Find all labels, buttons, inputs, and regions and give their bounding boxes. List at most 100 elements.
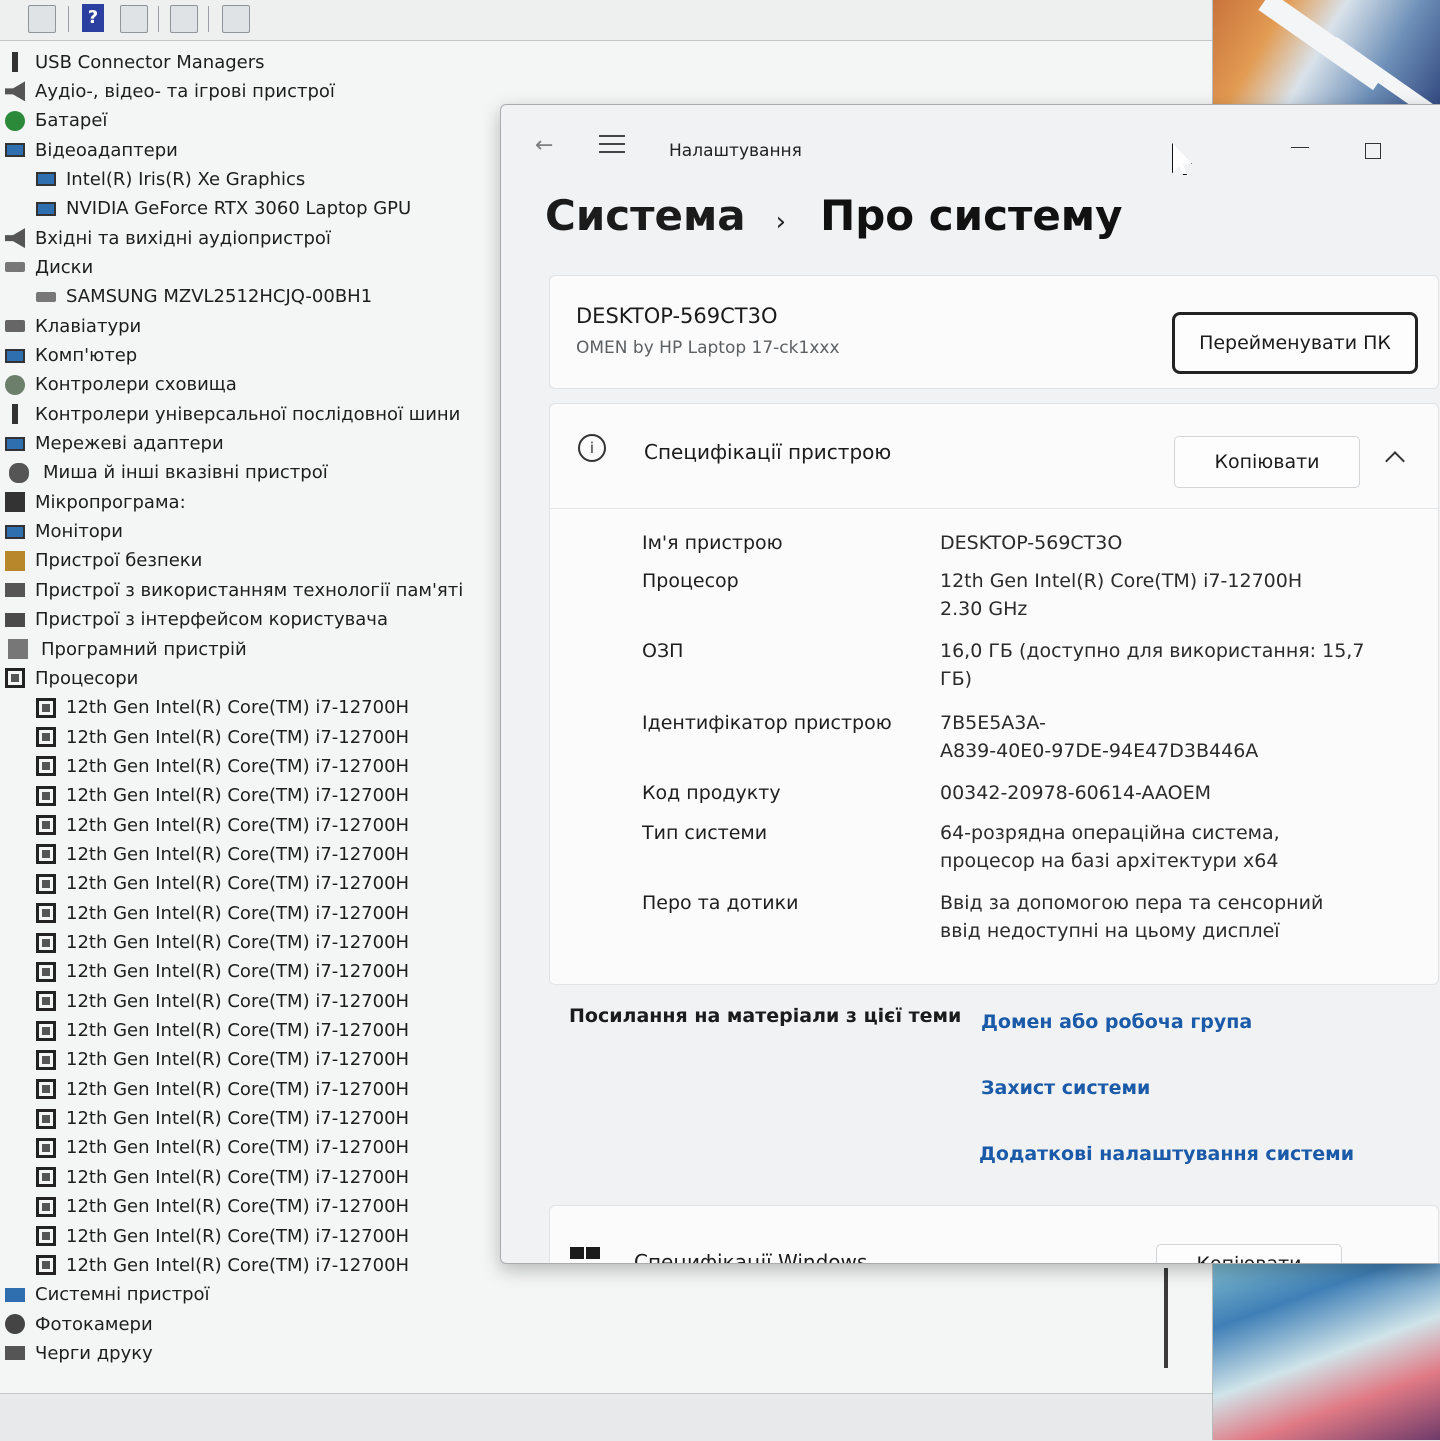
mouse-cursor-icon [1172, 143, 1192, 175]
tree-child-item[interactable]: 12th Gen Intel(R) Core(TM) i7-12700H [36, 694, 409, 722]
toolbar-separator [158, 6, 159, 32]
back-arrow-icon[interactable]: ← [535, 133, 553, 158]
related-links-title: Посилання на матеріали з цієї теми [569, 1005, 962, 1027]
link-system-protection[interactable]: Захист системи [981, 1077, 1150, 1099]
tree-category-item[interactable]: Диски [5, 253, 93, 281]
properties-icon[interactable] [28, 5, 56, 33]
tree-category-item[interactable]: Мережеві адаптери [5, 430, 224, 458]
tree-category-item[interactable]: Фотокамери [5, 1310, 153, 1338]
memory-icon [5, 583, 25, 598]
breadcrumb-parent[interactable]: Система [545, 191, 746, 240]
tree-child-item[interactable]: 12th Gen Intel(R) Core(TM) i7-12700H [36, 1075, 409, 1103]
tree-item-label: Програмний пристрій [41, 638, 247, 660]
tree-item-label: Фотокамери [35, 1313, 153, 1335]
tree-child-item[interactable]: 12th Gen Intel(R) Core(TM) i7-12700H [36, 782, 409, 810]
tree-child-item[interactable]: 12th Gen Intel(R) Core(TM) i7-12700H [36, 1105, 409, 1133]
help-icon[interactable]: ? [82, 4, 104, 32]
hamburger-menu-icon[interactable] [599, 135, 625, 153]
tree-child-item[interactable]: Intel(R) Iris(R) Xe Graphics [36, 165, 305, 193]
toolbar-separator [68, 6, 69, 32]
tree-item-label: Комп'ютер [35, 345, 138, 366]
tree-item-label: Intel(R) Iris(R) Xe Graphics [66, 168, 306, 190]
tree-category-item[interactable]: Контролери універсальної послідовної шин… [5, 400, 460, 428]
title-bar: ← Налаштування [501, 105, 1440, 185]
tree-child-item[interactable]: 12th Gen Intel(R) Core(TM) i7-12700H [36, 899, 409, 927]
tree-child-item[interactable]: 12th Gen Intel(R) Core(TM) i7-12700H [36, 1163, 409, 1191]
link-advanced-system-settings[interactable]: Додаткові налаштування системи [979, 1143, 1354, 1165]
spec-label: ОЗП [642, 640, 684, 662]
spec-label: Процесор [642, 570, 739, 592]
tree-category-item[interactable]: Пристрої з інтерфейсом користувача [5, 606, 388, 634]
rename-pc-button[interactable]: Перейменувати ПК [1172, 312, 1418, 374]
chip-icon [5, 492, 25, 513]
tree-child-item[interactable]: SAMSUNG MZVL2512HCJQ-00BH1 [36, 283, 372, 311]
tree-category-item[interactable]: Контролери сховища [5, 371, 237, 399]
vertical-scrollbar-thumb[interactable] [1164, 1268, 1168, 1368]
link-domain-workgroup[interactable]: Домен або робоча група [981, 1011, 1252, 1033]
cpu-icon [36, 1049, 56, 1070]
tree-category-item[interactable]: Миша й інші вказівні пристрої [5, 459, 328, 487]
tree-category-item[interactable]: USB Connector Managers [5, 48, 265, 76]
cpu-icon [36, 903, 56, 924]
tree-child-item[interactable]: 12th Gen Intel(R) Core(TM) i7-12700H [36, 870, 409, 898]
tree-category-item[interactable]: Пристрої безпеки [5, 547, 202, 575]
tree-child-item[interactable]: 12th Gen Intel(R) Core(TM) i7-12700H [36, 1193, 409, 1221]
tree-child-item[interactable]: 12th Gen Intel(R) Core(TM) i7-12700H [36, 929, 409, 957]
tree-category-item[interactable]: Пристрої з використанням технології пам'… [5, 576, 463, 604]
pc-name-card: DESKTOP-569CT3O OMEN by HP Laptop 17-ck1… [549, 275, 1439, 389]
copy-windows-specs-button[interactable]: Копіювати [1156, 1244, 1342, 1263]
tree-category-item[interactable]: Аудіо-, відео- та ігрові пристрої [5, 77, 335, 105]
tree-child-item[interactable]: 12th Gen Intel(R) Core(TM) i7-12700H [36, 987, 409, 1015]
tree-child-item[interactable]: 12th Gen Intel(R) Core(TM) i7-12700H [36, 840, 409, 868]
tree-category-item[interactable]: Клавіатури [5, 312, 141, 340]
device-specs-card: i Специфікації пристрою Копіювати Ім'я п… [549, 403, 1439, 985]
tree-child-item[interactable]: 12th Gen Intel(R) Core(TM) i7-12700H [36, 723, 409, 751]
spec-value: 00342-20978-60614-AAOEM [940, 782, 1212, 804]
plug-icon [5, 404, 25, 425]
tree-child-item[interactable]: 12th Gen Intel(R) Core(TM) i7-12700H [36, 1134, 409, 1162]
tree-child-item[interactable]: 12th Gen Intel(R) Core(TM) i7-12700H [36, 1251, 409, 1279]
monitor-icon[interactable] [222, 5, 250, 33]
tree-category-item[interactable]: Програмний пристрій [5, 635, 247, 663]
cpu-icon [36, 727, 56, 748]
tree-category-item[interactable]: Процесори [5, 664, 138, 692]
tree-item-label: Системні пристрої [35, 1284, 210, 1306]
cpu-icon [36, 697, 56, 718]
tree-category-item[interactable]: Черги друку [5, 1339, 153, 1367]
tree-child-item[interactable]: NVIDIA GeForce RTX 3060 Laptop GPU [36, 195, 411, 223]
tree-category-item[interactable]: Відеоадаптери [5, 136, 178, 164]
pc-model: OMEN by HP Laptop 17-ck1xxx [576, 338, 840, 358]
minimize-button[interactable] [1291, 135, 1311, 155]
tree-item-label: 12th Gen Intel(R) Core(TM) i7-12700H [66, 785, 410, 807]
tree-item-label: 12th Gen Intel(R) Core(TM) i7-12700H [66, 932, 410, 953]
tree-child-item[interactable]: 12th Gen Intel(R) Core(TM) i7-12700H [36, 1046, 409, 1074]
tree-category-item[interactable]: Батареї [5, 107, 107, 135]
scan-hardware-icon[interactable] [170, 5, 198, 33]
cpu-icon [36, 1020, 56, 1041]
tree-category-item[interactable]: Системні пристрої [5, 1281, 210, 1309]
tree-child-item[interactable]: 12th Gen Intel(R) Core(TM) i7-12700H [36, 1222, 409, 1250]
tree-item-label: 12th Gen Intel(R) Core(TM) i7-12700H [66, 1049, 410, 1071]
tree-child-item[interactable]: 12th Gen Intel(R) Core(TM) i7-12700H [36, 752, 409, 780]
tree-child-item[interactable]: 12th Gen Intel(R) Core(TM) i7-12700H [36, 811, 409, 839]
tree-child-item[interactable]: 12th Gen Intel(R) Core(TM) i7-12700H [36, 1017, 409, 1045]
maximize-button[interactable] [1365, 143, 1381, 159]
disk-icon [5, 262, 25, 273]
tree-category-item[interactable]: Монітори [5, 518, 123, 546]
tree-category-item[interactable]: Комп'ютер [5, 342, 137, 370]
spec-label: Ім'я пристрою [642, 532, 783, 554]
tree-item-label: 12th Gen Intel(R) Core(TM) i7-12700H [66, 1225, 410, 1247]
plug-icon [5, 52, 25, 72]
driver-icon[interactable] [120, 5, 148, 33]
tree-category-item[interactable]: Вхідні та вихідні аудіопристрої [5, 224, 331, 252]
copy-device-specs-button[interactable]: Копіювати [1174, 436, 1360, 488]
tree-child-item[interactable]: 12th Gen Intel(R) Core(TM) i7-12700H [36, 958, 409, 986]
chevron-up-icon[interactable] [1385, 451, 1405, 471]
cpu-icon [36, 844, 56, 865]
monitor-icon [36, 172, 56, 187]
tree-item-label: 12th Gen Intel(R) Core(TM) i7-12700H [66, 961, 410, 983]
tree-category-item[interactable]: Мікропрограма: [5, 488, 186, 516]
breadcrumb-separator: › [775, 207, 787, 237]
horizontal-scrollbar[interactable] [0, 1393, 1212, 1441]
software-device-icon [8, 639, 28, 659]
